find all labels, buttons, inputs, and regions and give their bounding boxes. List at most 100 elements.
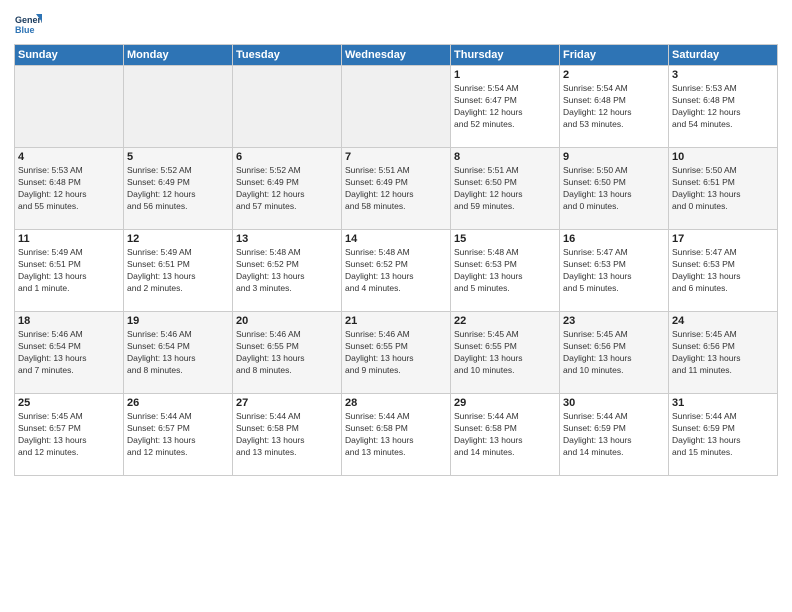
day-info: Sunrise: 5:49 AM Sunset: 6:51 PM Dayligh… bbox=[18, 247, 120, 295]
calendar-week-row: 11 Sunrise: 5:49 AM Sunset: 6:51 PM Dayli… bbox=[15, 230, 778, 312]
day-number: 15 bbox=[454, 233, 556, 245]
day-number: 23 bbox=[563, 315, 665, 327]
calendar-day-cell: 26 Sunrise: 5:44 AM Sunset: 6:57 PM Dayli… bbox=[124, 394, 233, 476]
day-info: Sunrise: 5:44 AM Sunset: 6:58 PM Dayligh… bbox=[454, 411, 556, 459]
day-info: Sunrise: 5:45 AM Sunset: 6:56 PM Dayligh… bbox=[563, 329, 665, 377]
logo: General Blue bbox=[14, 10, 46, 38]
day-info: Sunrise: 5:45 AM Sunset: 6:56 PM Dayligh… bbox=[672, 329, 774, 377]
day-number: 21 bbox=[345, 315, 447, 327]
calendar-day-cell bbox=[15, 66, 124, 148]
day-number: 1 bbox=[454, 69, 556, 81]
page-header: General Blue bbox=[14, 10, 778, 38]
day-number: 13 bbox=[236, 233, 338, 245]
weekday-header: Thursday bbox=[451, 45, 560, 66]
day-number: 17 bbox=[672, 233, 774, 245]
calendar-day-cell: 16Sunrise: 5:47 AM Sunset: 6:53 PM Dayli… bbox=[560, 230, 669, 312]
day-info: Sunrise: 5:48 AM Sunset: 6:52 PM Dayligh… bbox=[345, 247, 447, 295]
day-info: Sunrise: 5:51 AM Sunset: 6:50 PM Dayligh… bbox=[454, 165, 556, 213]
weekday-header: Wednesday bbox=[342, 45, 451, 66]
day-info: Sunrise: 5:44 AM Sunset: 6:58 PM Dayligh… bbox=[345, 411, 447, 459]
day-number: 5 bbox=[127, 151, 229, 163]
day-info: Sunrise: 5:46 AM Sunset: 6:54 PM Dayligh… bbox=[18, 329, 120, 377]
day-info: Sunrise: 5:52 AM Sunset: 6:49 PM Dayligh… bbox=[236, 165, 338, 213]
day-number: 24 bbox=[672, 315, 774, 327]
calendar-day-cell: 20 Sunrise: 5:46 AM Sunset: 6:55 PM Dayli… bbox=[233, 312, 342, 394]
day-info: Sunrise: 5:44 AM Sunset: 6:59 PM Dayligh… bbox=[563, 411, 665, 459]
calendar-day-cell: 31 Sunrise: 5:44 AM Sunset: 6:59 PM Dayli… bbox=[669, 394, 778, 476]
day-number: 7 bbox=[345, 151, 447, 163]
calendar-week-row: 18 Sunrise: 5:46 AM Sunset: 6:54 PM Dayli… bbox=[15, 312, 778, 394]
day-number: 11 bbox=[18, 233, 120, 245]
weekday-header: Sunday bbox=[15, 45, 124, 66]
logo-icon: General Blue bbox=[14, 10, 42, 38]
calendar-day-cell: 14 Sunrise: 5:48 AM Sunset: 6:52 PM Dayli… bbox=[342, 230, 451, 312]
day-info: Sunrise: 5:46 AM Sunset: 6:55 PM Dayligh… bbox=[345, 329, 447, 377]
calendar-day-cell: 29 Sunrise: 5:44 AM Sunset: 6:58 PM Dayli… bbox=[451, 394, 560, 476]
day-number: 29 bbox=[454, 397, 556, 409]
calendar-week-row: 4 Sunrise: 5:53 AM Sunset: 6:48 PM Daylig… bbox=[15, 148, 778, 230]
day-number: 10 bbox=[672, 151, 774, 163]
weekday-header: Monday bbox=[124, 45, 233, 66]
calendar-day-cell: 19Sunrise: 5:46 AM Sunset: 6:54 PM Dayli… bbox=[124, 312, 233, 394]
calendar-week-row: 1 Sunrise: 5:54 AM Sunset: 6:47 PM Daylig… bbox=[15, 66, 778, 148]
calendar-day-cell bbox=[342, 66, 451, 148]
weekday-header: Tuesday bbox=[233, 45, 342, 66]
day-info: Sunrise: 5:54 AM Sunset: 6:48 PM Dayligh… bbox=[563, 83, 665, 131]
day-number: 26 bbox=[127, 397, 229, 409]
day-number: 2 bbox=[563, 69, 665, 81]
calendar-day-cell: 30 Sunrise: 5:44 AM Sunset: 6:59 PM Dayli… bbox=[560, 394, 669, 476]
day-number: 22 bbox=[454, 315, 556, 327]
calendar-day-cell: 6 Sunrise: 5:52 AM Sunset: 6:49 PM Daylig… bbox=[233, 148, 342, 230]
calendar-day-cell: 8 Sunrise: 5:51 AM Sunset: 6:50 PM Daylig… bbox=[451, 148, 560, 230]
day-info: Sunrise: 5:45 AM Sunset: 6:57 PM Dayligh… bbox=[18, 411, 120, 459]
day-info: Sunrise: 5:48 AM Sunset: 6:53 PM Dayligh… bbox=[454, 247, 556, 295]
weekday-header: Friday bbox=[560, 45, 669, 66]
weekday-header: Saturday bbox=[669, 45, 778, 66]
calendar-day-cell: 13 Sunrise: 5:48 AM Sunset: 6:52 PM Dayli… bbox=[233, 230, 342, 312]
calendar-day-cell: 7 Sunrise: 5:51 AM Sunset: 6:49 PM Daylig… bbox=[342, 148, 451, 230]
day-info: Sunrise: 5:48 AM Sunset: 6:52 PM Dayligh… bbox=[236, 247, 338, 295]
calendar-day-cell: 9 Sunrise: 5:50 AM Sunset: 6:50 PM Daylig… bbox=[560, 148, 669, 230]
day-info: Sunrise: 5:50 AM Sunset: 6:51 PM Dayligh… bbox=[672, 165, 774, 213]
day-info: Sunrise: 5:54 AM Sunset: 6:47 PM Dayligh… bbox=[454, 83, 556, 131]
day-number: 8 bbox=[454, 151, 556, 163]
day-info: Sunrise: 5:46 AM Sunset: 6:55 PM Dayligh… bbox=[236, 329, 338, 377]
day-info: Sunrise: 5:51 AM Sunset: 6:49 PM Dayligh… bbox=[345, 165, 447, 213]
day-info: Sunrise: 5:49 AM Sunset: 6:51 PM Dayligh… bbox=[127, 247, 229, 295]
day-number: 9 bbox=[563, 151, 665, 163]
day-number: 14 bbox=[345, 233, 447, 245]
day-info: Sunrise: 5:50 AM Sunset: 6:50 PM Dayligh… bbox=[563, 165, 665, 213]
calendar-day-cell: 10 Sunrise: 5:50 AM Sunset: 6:51 PM Dayli… bbox=[669, 148, 778, 230]
day-info: Sunrise: 5:45 AM Sunset: 6:55 PM Dayligh… bbox=[454, 329, 556, 377]
day-info: Sunrise: 5:44 AM Sunset: 6:57 PM Dayligh… bbox=[127, 411, 229, 459]
day-info: Sunrise: 5:53 AM Sunset: 6:48 PM Dayligh… bbox=[18, 165, 120, 213]
calendar-day-cell bbox=[233, 66, 342, 148]
day-number: 4 bbox=[18, 151, 120, 163]
calendar-day-cell: 1 Sunrise: 5:54 AM Sunset: 6:47 PM Daylig… bbox=[451, 66, 560, 148]
day-number: 28 bbox=[345, 397, 447, 409]
calendar-day-cell: 2 Sunrise: 5:54 AM Sunset: 6:48 PM Daylig… bbox=[560, 66, 669, 148]
calendar-day-cell: 24 Sunrise: 5:45 AM Sunset: 6:56 PM Dayli… bbox=[669, 312, 778, 394]
calendar-day-cell: 18 Sunrise: 5:46 AM Sunset: 6:54 PM Dayli… bbox=[15, 312, 124, 394]
calendar-day-cell: 3Sunrise: 5:53 AM Sunset: 6:48 PM Daylig… bbox=[669, 66, 778, 148]
calendar-header-row: SundayMondayTuesdayWednesdayThursdayFrid… bbox=[15, 45, 778, 66]
day-info: Sunrise: 5:44 AM Sunset: 6:58 PM Dayligh… bbox=[236, 411, 338, 459]
day-number: 20 bbox=[236, 315, 338, 327]
calendar-day-cell: 21 Sunrise: 5:46 AM Sunset: 6:55 PM Dayli… bbox=[342, 312, 451, 394]
calendar-day-cell: 17Sunrise: 5:47 AM Sunset: 6:53 PM Dayli… bbox=[669, 230, 778, 312]
calendar-day-cell: 11 Sunrise: 5:49 AM Sunset: 6:51 PM Dayli… bbox=[15, 230, 124, 312]
calendar-day-cell: 4 Sunrise: 5:53 AM Sunset: 6:48 PM Daylig… bbox=[15, 148, 124, 230]
day-number: 30 bbox=[563, 397, 665, 409]
calendar-day-cell: 15 Sunrise: 5:48 AM Sunset: 6:53 PM Dayli… bbox=[451, 230, 560, 312]
calendar-day-cell: 23 Sunrise: 5:45 AM Sunset: 6:56 PM Dayli… bbox=[560, 312, 669, 394]
calendar-week-row: 25 Sunrise: 5:45 AM Sunset: 6:57 PM Dayli… bbox=[15, 394, 778, 476]
day-number: 3 bbox=[672, 69, 774, 81]
day-info: Sunrise: 5:52 AM Sunset: 6:49 PM Dayligh… bbox=[127, 165, 229, 213]
day-number: 31 bbox=[672, 397, 774, 409]
day-number: 18 bbox=[18, 315, 120, 327]
svg-text:Blue: Blue bbox=[15, 25, 35, 35]
day-number: 19 bbox=[127, 315, 229, 327]
day-info: Sunrise: 5:44 AM Sunset: 6:59 PM Dayligh… bbox=[672, 411, 774, 459]
day-number: 6 bbox=[236, 151, 338, 163]
day-number: 25 bbox=[18, 397, 120, 409]
